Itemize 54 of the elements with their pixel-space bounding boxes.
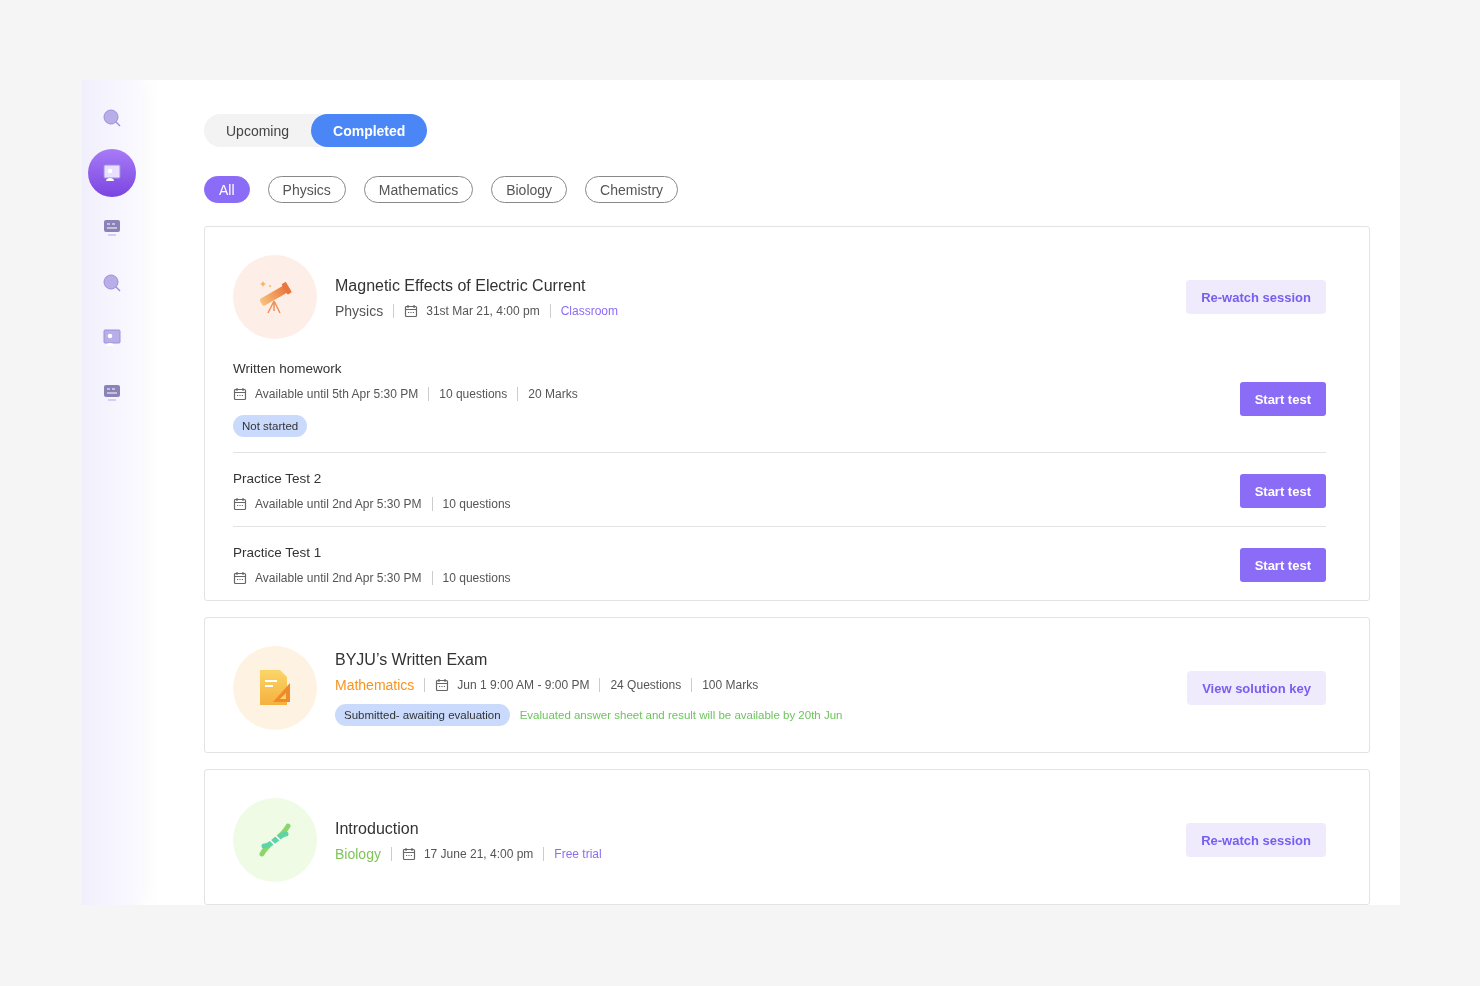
tab[interactable]: Upcoming: [204, 114, 312, 147]
meta-text: 10 questions: [431, 497, 521, 511]
availability-text: Available until 5th Apr 5:30 PM: [255, 387, 419, 401]
meta-text: 10 questions: [428, 387, 518, 401]
calendar-icon: [435, 677, 450, 692]
test-title: Written homework: [233, 361, 343, 376]
filter-chip[interactable]: Physics: [267, 176, 346, 203]
session-title: BYJU’s Written Exam: [335, 650, 489, 669]
calendar-icon: [401, 846, 416, 861]
session-date: 17 June 21, 4:00 pm: [423, 846, 534, 861]
filter-chip[interactable]: Mathematics: [363, 176, 474, 203]
availability-text: Available until 2nd Apr 5:30 PM: [255, 497, 422, 511]
session-date: Jun 1 9:00 AM - 9:00 PM: [457, 677, 590, 692]
status-badge: Not started: [233, 415, 308, 437]
filter-chip[interactable]: All: [204, 176, 250, 203]
action-button[interactable]: View solution key: [1187, 671, 1326, 705]
meta-text: 10 questions: [431, 571, 521, 585]
calendar-icon: [233, 497, 247, 511]
sidebar-item[interactable]: [87, 149, 136, 197]
magnifier-icon: [102, 274, 121, 292]
subject-label: Mathematics: [335, 677, 416, 692]
calendar-icon: [404, 303, 419, 318]
dna-icon: [258, 822, 292, 858]
session-link[interactable]: Classroom: [549, 303, 628, 318]
action-button[interactable]: Re-watch session: [1186, 823, 1326, 857]
filter-chip[interactable]: Biology: [491, 176, 568, 203]
calendar-icon: [233, 571, 247, 585]
document-ruler-icon: [257, 669, 293, 707]
session-title: Magnetic Effects of Electric Current: [335, 276, 587, 295]
meta-text: 24 Questions: [599, 677, 692, 692]
status-note: Evaluated answer sheet and result will be available by 20th Jun: [519, 708, 843, 721]
start-test-button[interactable]: Start test: [1239, 548, 1326, 582]
availability-text: Available until 2nd Apr 5:30 PM: [255, 571, 422, 585]
whiteboard-icon: [102, 329, 121, 347]
calendar-icon: [233, 387, 247, 401]
tab[interactable]: Completed: [311, 114, 428, 147]
subject-label: Physics: [335, 303, 385, 318]
action-button[interactable]: Re-watch session: [1186, 280, 1326, 314]
meta-text: 20 Marks: [517, 387, 588, 401]
session-date: 31st Mar 21, 4:00 pm: [426, 303, 540, 318]
start-test-button[interactable]: Start test: [1239, 474, 1326, 508]
message-card-icon: [102, 219, 121, 237]
message-card-icon: [102, 384, 121, 402]
test-title: Practice Test 1: [233, 545, 323, 560]
session-link[interactable]: Free trial: [543, 846, 612, 861]
test-title: Practice Test 2: [233, 471, 323, 486]
magnifier-icon: [102, 109, 121, 127]
status-badge: Submitted- awaiting evaluation: [335, 703, 510, 726]
start-test-button[interactable]: Start test: [1239, 382, 1326, 416]
filter-chip[interactable]: Chemistry: [585, 176, 679, 203]
session-title: Introduction: [335, 819, 420, 838]
subject-label: Biology: [335, 846, 382, 861]
meta-text: 100 Marks: [691, 677, 769, 692]
whiteboard-icon: [102, 164, 121, 182]
